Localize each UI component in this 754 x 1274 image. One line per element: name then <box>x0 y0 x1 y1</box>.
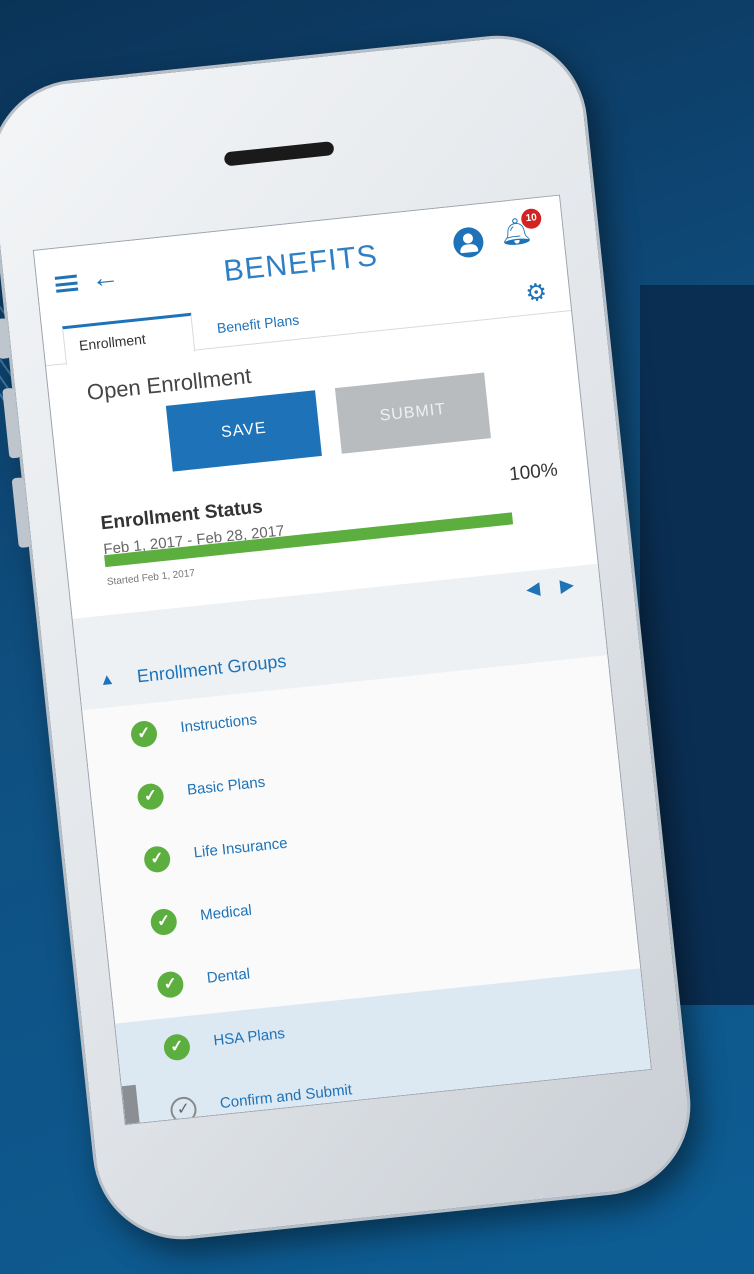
submit-button[interactable]: SUBMIT <box>334 372 491 454</box>
list-item-label: HSA Plans <box>212 1024 286 1050</box>
phone-device: ← BENEFITS 🔔︎ 10 Enrollment Benefit Plan… <box>0 26 700 1249</box>
list-item-label: Dental <box>206 965 251 987</box>
next-arrow-icon[interactable]: ▶ <box>559 574 575 596</box>
list-item-label: Life Insurance <box>192 834 289 862</box>
save-button[interactable]: SAVE <box>165 390 322 472</box>
tab-enrollment[interactable]: Enrollment <box>61 312 196 366</box>
check-circle-icon: ✓ <box>136 782 165 811</box>
check-circle-icon: ✓ <box>156 970 185 999</box>
app-screen: ← BENEFITS 🔔︎ 10 Enrollment Benefit Plan… <box>32 194 652 1126</box>
list-item-label: Instructions <box>179 711 258 737</box>
enrollment-group-list: ✓ Instructions ✓ Basic Plans ✓ Life Insu… <box>82 655 652 1126</box>
gear-icon[interactable]: ⚙ <box>524 278 548 309</box>
check-circle-icon: ✓ <box>142 845 172 874</box>
tab-benefit-plans[interactable]: Benefit Plans <box>201 300 315 349</box>
list-item-label: Basic Plans <box>186 773 266 799</box>
list-item-label: Medical <box>199 901 253 925</box>
check-circle-icon: ✓ <box>149 907 179 937</box>
chevron-up-icon[interactable]: ▲ <box>98 671 116 691</box>
check-circle-icon: ✓ <box>129 719 159 749</box>
status-percent: 100% <box>508 459 559 486</box>
started-date: Started Feb 1, 2017 <box>106 567 196 589</box>
previous-arrow-icon[interactable]: ◀ <box>525 578 541 600</box>
enrollment-groups-title: Enrollment Groups <box>135 650 288 687</box>
check-circle-icon: ✓ <box>162 1033 192 1062</box>
